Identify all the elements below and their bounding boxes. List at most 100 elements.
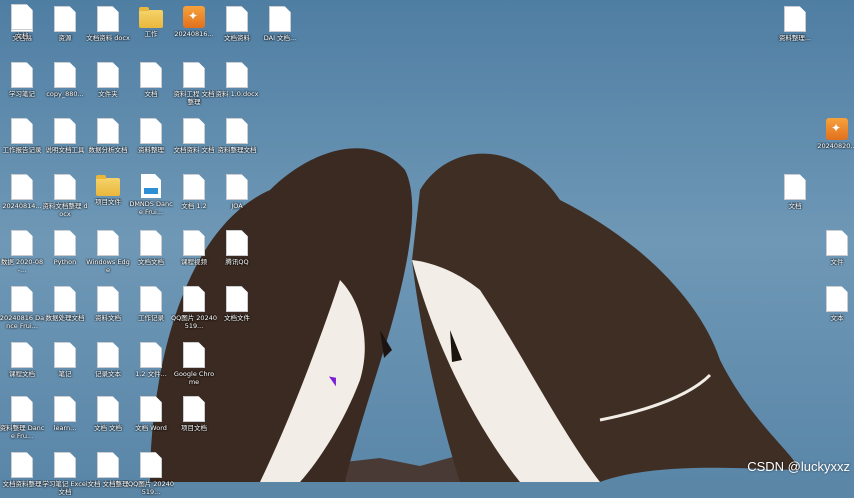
desktop-icon-label: 20240820... bbox=[817, 142, 854, 150]
desktop-icon[interactable]: 资源 bbox=[43, 2, 87, 52]
desktop-icon[interactable]: 项目文档 bbox=[172, 392, 216, 442]
desktop-icon[interactable]: 文件夹 bbox=[86, 58, 130, 108]
desktop-icon-label: 项目文件 bbox=[95, 198, 121, 206]
desktop-icon[interactable]: 文档文档 bbox=[129, 226, 173, 276]
file-icon bbox=[97, 396, 119, 422]
file-icon bbox=[269, 6, 291, 32]
file-icon bbox=[97, 6, 119, 32]
desktop-icon-label: QQ图片 20240519... bbox=[171, 314, 217, 330]
desktop-icon-label: 资料文档整理 docx bbox=[42, 202, 88, 218]
desktop-icon[interactable]: 文件 bbox=[815, 226, 854, 276]
desktop-icon[interactable]: 文档 1.2 bbox=[172, 170, 216, 220]
desktop-icon[interactable]: 资料整理 Dance Fru... bbox=[0, 392, 44, 442]
desktop-icon[interactable]: Windows Edge bbox=[86, 226, 130, 276]
desktop-icon-label: 文档文件 bbox=[224, 314, 250, 322]
file-icon bbox=[11, 4, 33, 30]
desktop-icon-label: 文档资料 文档 bbox=[173, 146, 215, 154]
desktop-icon[interactable]: 资料文档 bbox=[86, 282, 130, 332]
desktop-icon[interactable]: 1.2 文件... bbox=[129, 338, 173, 388]
desktop-icon[interactable]: 资料文档整理 docx bbox=[42, 170, 88, 220]
desktop-icon[interactable]: learn... bbox=[43, 392, 87, 442]
desktop-icon[interactable]: 文档资料整理 bbox=[0, 448, 44, 498]
desktop-icon-label: 资料整理文档 bbox=[217, 146, 257, 154]
desktop-icon[interactable]: 文档文件 bbox=[215, 282, 259, 332]
desktop-icon[interactable]: 资料整理... bbox=[773, 2, 817, 52]
desktop-icon-label: 文档 文档整理 bbox=[87, 480, 129, 488]
desktop-icon-label: 20240814... bbox=[2, 202, 42, 210]
desktop-icon[interactable]: 20240816 Dance Frui... bbox=[0, 282, 44, 332]
desktop-icon[interactable]: QQ图片 20240519... bbox=[171, 282, 217, 332]
desktop-icon[interactable]: 数据分析文档 bbox=[86, 114, 130, 164]
desktop-icon[interactable]: 文档 bbox=[0, 0, 44, 50]
file-icon bbox=[11, 286, 33, 312]
file-icon bbox=[54, 286, 76, 312]
file-icon bbox=[140, 342, 162, 368]
desktop-icon[interactable]: 数据 2020-08-... bbox=[0, 226, 44, 276]
desktop-icon[interactable]: 文档 bbox=[773, 170, 817, 220]
file-icon bbox=[11, 230, 33, 256]
file-icon bbox=[97, 118, 119, 144]
file-icon bbox=[226, 230, 248, 256]
desktop-icon[interactable]: 数据处理文档 bbox=[43, 282, 87, 332]
desktop-icon[interactable]: 笔记 bbox=[43, 338, 87, 388]
desktop-icon-label: 资源 bbox=[58, 34, 72, 42]
desktop-icon[interactable]: 资料 1.0.docx bbox=[215, 58, 259, 108]
desktop-icon[interactable]: QQ图片 20240519... bbox=[128, 448, 174, 498]
desktop-icon[interactable]: 20240820... bbox=[815, 114, 854, 164]
desktop-icon-label: 文档 Word bbox=[135, 424, 167, 432]
desktop-icon[interactable]: 文本 bbox=[815, 282, 854, 332]
desktop-icon[interactable]: 文档资料 bbox=[215, 2, 259, 52]
desktop-icon[interactable]: 文档资料 文档 bbox=[172, 114, 216, 164]
desktop-icon[interactable]: Google Chrome bbox=[172, 338, 216, 388]
desktop-icon-label: 文档资料整理 bbox=[2, 480, 42, 488]
desktop-icon-label: learn... bbox=[53, 424, 77, 432]
desktop-icon[interactable]: 文档 文档 bbox=[86, 392, 130, 442]
file-icon bbox=[826, 286, 848, 312]
desktop-icon[interactable]: 腾讯QQ bbox=[215, 226, 259, 276]
desktop-icon-label: DAI 文档... bbox=[263, 34, 297, 42]
desktop-icon[interactable]: 资料整理文档 bbox=[215, 114, 259, 164]
desktop-icon-label: 文档文档 bbox=[138, 258, 164, 266]
file-icon bbox=[54, 62, 76, 88]
desktop-icon[interactable]: 工作报告记录 bbox=[0, 114, 44, 164]
desktop-icon[interactable]: 说明文档工具 bbox=[43, 114, 87, 164]
desktop-icon[interactable]: 20240816... bbox=[172, 2, 216, 52]
desktop-icon-label: 1.2 文件... bbox=[135, 370, 167, 378]
desktop-icon[interactable]: 文档 文档整理 bbox=[86, 448, 130, 498]
desktop-icon[interactable]: JOA bbox=[215, 170, 259, 220]
desktop-icon-label: copy_880... bbox=[46, 90, 84, 98]
file-icon bbox=[140, 452, 162, 478]
file-icon bbox=[11, 396, 33, 422]
file-icon bbox=[97, 342, 119, 368]
desktop-icon[interactable]: 资料工程 文档整理 bbox=[172, 58, 216, 108]
desktop-icon-label: 文档 文档 bbox=[93, 424, 123, 432]
desktop-icon-label: 文本 bbox=[830, 314, 844, 322]
file-icon bbox=[183, 62, 205, 88]
desktop-icon-label: 文件夹 bbox=[98, 90, 118, 98]
desktop-icon[interactable]: 课程文档 bbox=[0, 338, 44, 388]
desktop-icon[interactable]: 文档 bbox=[129, 58, 173, 108]
desktop-icon[interactable]: 文档 Word bbox=[129, 392, 173, 442]
desktop-icon[interactable]: 学习笔记 bbox=[0, 58, 44, 108]
desktop-icon[interactable]: copy_880... bbox=[43, 58, 87, 108]
desktop-icon[interactable]: 学习笔记 Excel文档 bbox=[42, 448, 88, 498]
file-icon bbox=[11, 118, 33, 144]
file-icon bbox=[11, 452, 33, 478]
desktop-icon-label: JOA bbox=[231, 202, 243, 210]
file-icon bbox=[226, 286, 248, 312]
desktop-icon-label: 课程视频 bbox=[181, 258, 207, 266]
desktop-icon[interactable]: 课程视频 bbox=[172, 226, 216, 276]
desktop-icon[interactable]: Python bbox=[43, 226, 87, 276]
desktop-icon[interactable]: 项目文件 bbox=[86, 170, 130, 220]
desktop-icon[interactable]: 记录文本 bbox=[86, 338, 130, 388]
desktop-icon[interactable]: 资料整理 bbox=[129, 114, 173, 164]
desktop-icon[interactable]: 工作 bbox=[129, 2, 173, 52]
desktop-icon[interactable]: DAI 文档... bbox=[258, 2, 302, 52]
desktop-icon[interactable]: 工作记录 bbox=[129, 282, 173, 332]
desktop-icon[interactable]: DMNDS Dance Frui... bbox=[129, 170, 173, 220]
desktop-icon-label: 资料整理 bbox=[138, 146, 164, 154]
desktop-icon[interactable]: 20240814... bbox=[0, 170, 44, 220]
file-icon bbox=[183, 396, 205, 422]
desktop-icon-label: 文档资料 bbox=[224, 34, 250, 42]
desktop-icon[interactable]: 文档资料 docx bbox=[86, 2, 130, 52]
